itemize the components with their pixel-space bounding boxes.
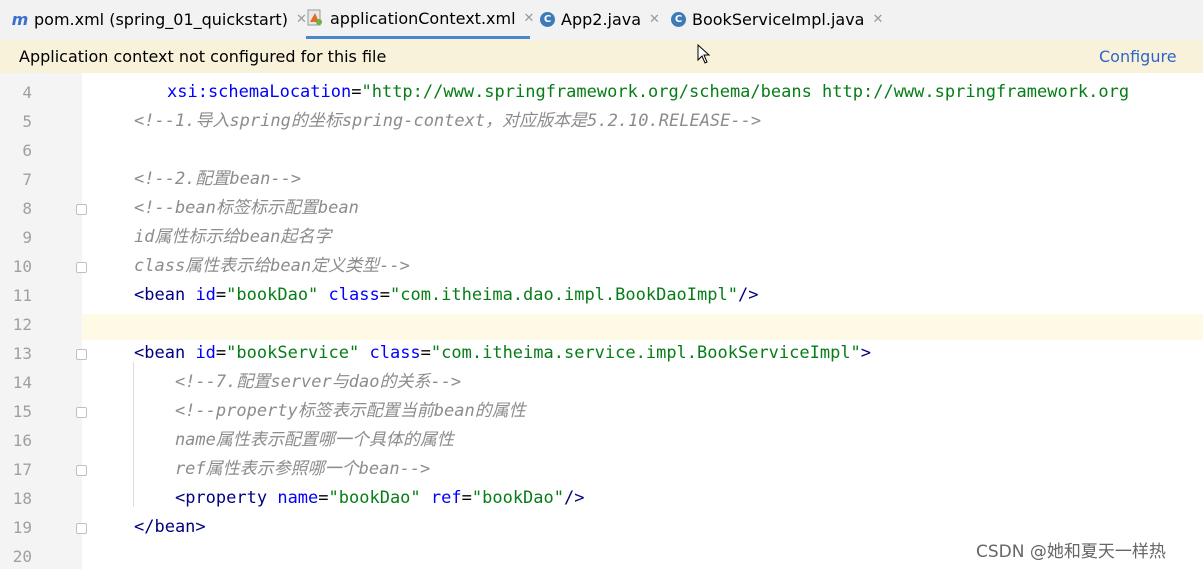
line-number: 4 [22,83,32,102]
close-icon[interactable]: ✕ [649,12,660,27]
line-number: 12 [12,315,32,334]
code-line[interactable]: 12 [0,310,1203,339]
line-number: 5 [22,112,32,131]
mouse-cursor-icon [697,44,711,64]
code-text: <!--bean标签标示配置bean [134,198,359,218]
tab-label: BookServiceImpl.java [692,9,865,29]
code-text: <!--property标签表示配置当前bean的属性 [134,401,526,421]
line-number: 17 [12,460,32,479]
code-text: class属性表示给bean定义类型--> [134,256,410,276]
line-number: 19 [12,518,32,537]
code-text: id属性标示给bean起名字 [134,227,332,247]
code-line[interactable]: 14 <!--7.配置server与dao的关系--> [0,368,1203,397]
java-class-icon: C [671,11,686,27]
notification-message: Application context not configured for t… [19,47,387,66]
line-number: 16 [12,431,32,450]
xml-spring-icon [306,9,324,27]
notification-banner: Application context not configured for t… [0,40,1203,99]
fold-marker-icon[interactable] [76,349,87,360]
tab-app2-java[interactable]: C App2.java ✕ [540,0,660,38]
code-line[interactable]: 16 name属性表示配置哪一个具体的属性 [0,426,1203,455]
code-text: ref属性表示参照哪一个bean--> [134,459,431,479]
code-text: xsi:schemaLocation="http://www.springfra… [167,82,1130,102]
code-line[interactable]: 8 <!--bean标签标示配置bean [0,194,1203,223]
code-text: <bean id="bookDao" class="com.itheima.da… [134,285,759,305]
close-icon[interactable]: ✕ [872,12,883,27]
maven-icon: m [11,9,29,29]
tab-pom-xml[interactable]: m pom.xml (spring_01_quickstart) ✕ [12,0,307,38]
fold-marker-icon[interactable] [76,465,87,476]
code-text: <!--2.配置bean--> [134,169,302,189]
line-number: 14 [12,373,32,392]
code-text: <!--1.导入spring的坐标spring-context，对应版本是5.2… [134,111,762,131]
line-number: 9 [22,228,32,247]
tab-label: applicationContext.xml [330,8,516,28]
line-number: 6 [22,141,32,160]
fold-marker-icon[interactable] [76,523,87,534]
tab-bookserviceimpl-java[interactable]: C BookServiceImpl.java ✕ [671,0,883,38]
code-text: <!--7.配置server与dao的关系--> [134,372,462,392]
code-line[interactable]: 4 xsi:schemaLocation="http://www.springf… [0,78,1203,107]
fold-marker-icon[interactable] [76,407,87,418]
editor-tab-bar: m pom.xml (spring_01_quickstart) ✕ appli… [0,0,1203,41]
code-line[interactable]: 7 <!--2.配置bean--> [0,165,1203,194]
fold-marker-icon[interactable] [76,262,87,273]
code-line[interactable]: 18 <property name="bookDao" ref="bookDao… [0,484,1203,513]
tab-application-context-xml[interactable]: applicationContext.xml ✕ [306,0,534,39]
watermark: CSDN @她和夏天一样热 [976,542,1166,562]
code-line[interactable]: 17 ref属性表示参照哪一个bean--> [0,455,1203,484]
line-number: 10 [12,257,32,276]
line-number: 20 [12,547,32,566]
code-line[interactable]: 6 [0,136,1203,165]
line-number: 15 [12,402,32,421]
code-line[interactable]: 9 id属性标示给bean起名字 [0,223,1203,252]
line-number: 7 [22,170,32,189]
tab-label: App2.java [561,9,642,29]
code-text: <property name="bookDao" ref="bookDao"/> [174,488,585,508]
code-line[interactable]: 11 <bean id="bookDao" class="com.itheima… [0,281,1203,310]
close-icon[interactable]: ✕ [524,11,535,26]
fold-marker-icon[interactable] [76,204,87,215]
code-line[interactable]: 13 <bean id="bookService" class="com.ith… [0,339,1203,368]
code-text: </bean> [134,517,206,537]
tab-label: pom.xml (spring_01_quickstart) [34,9,288,29]
java-class-icon: C [540,11,555,27]
line-number: 13 [12,344,32,363]
code-line[interactable]: 15 <!--property标签表示配置当前bean的属性 [0,397,1203,426]
line-number: 8 [22,199,32,218]
line-number: 18 [12,489,32,508]
line-number: 11 [12,286,32,305]
code-text: <bean id="bookService" class="com.itheim… [134,343,872,363]
code-line[interactable]: 10 class属性表示给bean定义类型--> [0,252,1203,281]
code-text: name属性表示配置哪一个具体的属性 [134,430,454,450]
code-line[interactable]: 5 <!--1.导入spring的坐标spring-context，对应版本是5… [0,107,1203,136]
